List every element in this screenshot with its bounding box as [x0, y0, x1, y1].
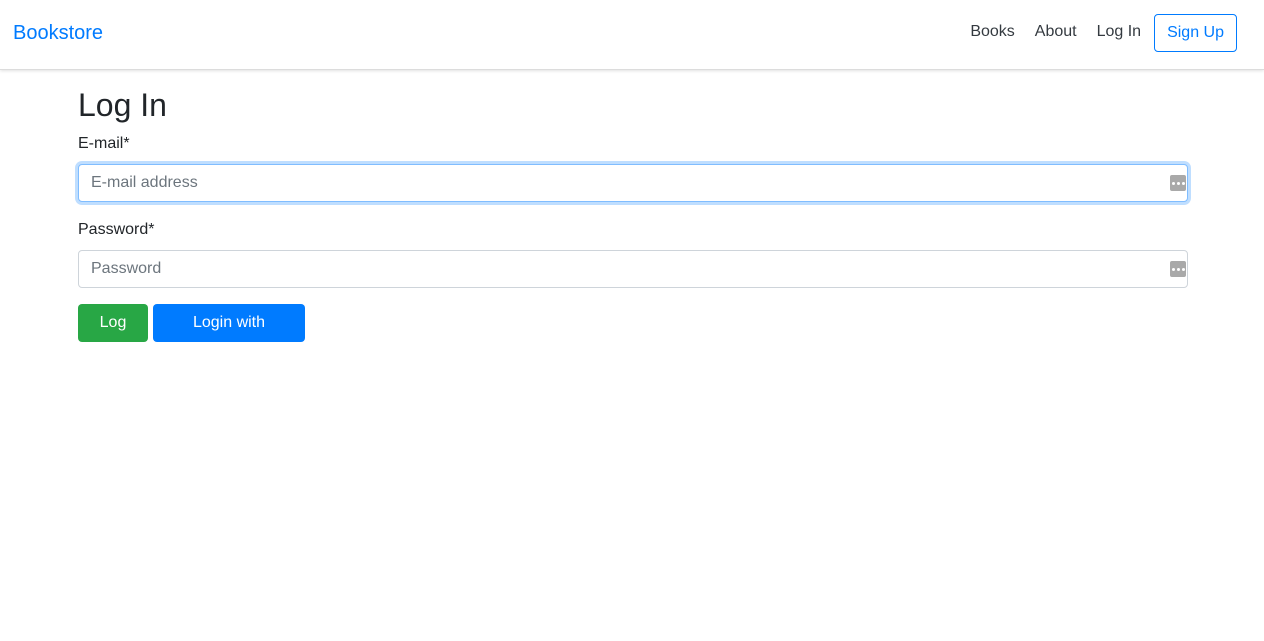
login-button[interactable]: Log In	[78, 304, 148, 369]
page-title: Log In	[78, 87, 167, 123]
password-field-wrapper	[78, 250, 1188, 288]
nav-books-link[interactable]: Books	[960, 14, 1024, 50]
email-field-wrapper	[78, 164, 1188, 202]
github-login-button[interactable]: Login with GitHub	[153, 304, 305, 369]
dots-icon[interactable]	[1170, 261, 1186, 277]
password-label: Password*	[78, 221, 155, 238]
brand-link[interactable]: Bookstore	[13, 20, 103, 46]
email-input[interactable]	[78, 164, 1188, 202]
email-label: E-mail*	[78, 135, 130, 152]
dots-icon[interactable]	[1170, 175, 1186, 191]
nav-login-link[interactable]: Log In	[1087, 14, 1151, 50]
nav-links: Books About Log In Sign Up	[960, 14, 1237, 52]
signup-button[interactable]: Sign Up	[1154, 14, 1237, 52]
top-navbar: Bookstore Books About Log In Sign Up	[0, 0, 1264, 70]
password-input[interactable]	[78, 250, 1188, 288]
nav-about-link[interactable]: About	[1025, 14, 1087, 50]
